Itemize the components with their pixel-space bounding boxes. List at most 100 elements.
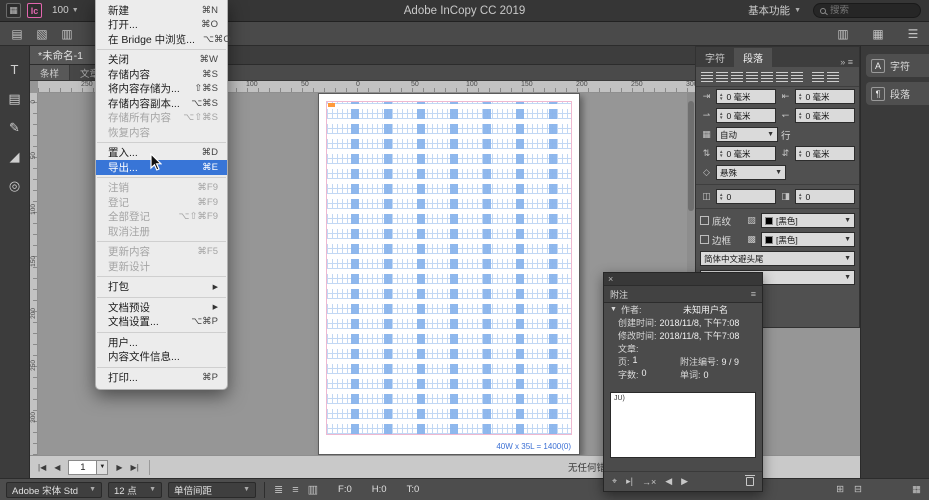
view-tab-0[interactable]: 条样 <box>30 65 70 80</box>
stepper-icon[interactable] <box>719 150 723 158</box>
stepper-icon[interactable] <box>798 112 802 120</box>
close-icon[interactable]: × <box>608 274 613 284</box>
next-note-icon[interactable]: ▶ <box>681 476 688 487</box>
app-frame-icon[interactable]: ▦ <box>6 3 21 18</box>
last-page-icon[interactable]: ▶| <box>131 463 139 472</box>
menu-item-12[interactable]: 导出...⌘E <box>96 160 227 175</box>
two-up-view-icon[interactable]: ⊟ <box>854 484 862 495</box>
menu-item-11[interactable]: 置入...⌘D <box>96 146 227 161</box>
expand-note-icon[interactable]: →× <box>642 477 656 487</box>
tab-paragraph[interactable]: 段落 <box>734 48 772 67</box>
arrange-documents-icon[interactable]: ☰ <box>905 26 921 42</box>
menu-item-25[interactable]: 文档设置...⌥⌘P <box>96 315 227 330</box>
first-page-icon[interactable]: |◀ <box>38 463 46 472</box>
align-right-icon[interactable] <box>731 72 743 82</box>
paragraph-format-icon[interactable]: ≣ <box>274 483 283 496</box>
menu-item-2[interactable]: 在 Bridge 中浏览...⌥⌘O <box>96 32 227 47</box>
scrollbar-thumb[interactable] <box>688 101 694 211</box>
grid-align-dropdown[interactable]: 自动▼ <box>716 127 778 142</box>
border-color-dropdown[interactable]: [黑色]▼ <box>761 232 855 247</box>
stepper-icon[interactable] <box>719 93 723 101</box>
shading-color-dropdown[interactable]: [黑色]▼ <box>761 213 855 228</box>
menu-item-6[interactable]: 将内容存储为...⇧⌘S <box>96 82 227 97</box>
align-away-spine-icon[interactable] <box>827 72 839 82</box>
shading-checkbox[interactable] <box>700 216 709 225</box>
dock-panel-0[interactable]: A字符 <box>866 54 929 77</box>
open-document-icon[interactable]: ▧ <box>34 26 50 42</box>
chevron-down-icon[interactable]: ▼ <box>610 306 617 313</box>
page-number-dropdown[interactable]: 1 ▼ <box>68 460 108 475</box>
align-center-icon[interactable] <box>716 72 728 82</box>
zoom-tool[interactable]: ◎ <box>4 176 26 196</box>
pencil-tool[interactable]: ✎ <box>4 118 26 138</box>
font-size-dropdown[interactable]: 12 点▼ <box>108 482 162 498</box>
fit-view-icon[interactable]: ⊞ <box>836 484 844 495</box>
hanging-punct-dropdown[interactable]: 悬殊▼ <box>716 165 786 180</box>
new-document-icon[interactable]: ▤ <box>9 26 25 42</box>
note-tool[interactable]: ▤ <box>4 89 26 109</box>
space-before-field[interactable]: 0 毫米 <box>716 146 776 161</box>
right-indent-field[interactable]: 0 毫米 <box>795 89 855 104</box>
space-after-field[interactable]: 0 毫米 <box>795 146 855 161</box>
screen-mode-icon[interactable]: ▦ <box>870 26 886 42</box>
justify-last-center-icon[interactable] <box>761 72 773 82</box>
note-modified: 2018/11/8, 下午7:08 <box>660 329 740 342</box>
collapse-panel-icon[interactable]: » ≡ <box>840 57 859 67</box>
menu-item-1[interactable]: 打开...⌘O <box>96 18 227 33</box>
chevron-down-icon: ▼ <box>844 236 851 243</box>
note-content-area[interactable]: JU) <box>610 392 756 458</box>
space-row: ⇅ 0 毫米 ⇵ 0 毫米 <box>696 144 859 163</box>
menu-item-22[interactable]: 打包▶ <box>96 280 227 295</box>
stepper-icon[interactable] <box>798 150 802 158</box>
font-family-dropdown[interactable]: Adobe 宋体 Std▼ <box>6 482 102 498</box>
character-format-icon[interactable]: ≡ <box>292 484 298 496</box>
eyedropper-tool[interactable]: ◢ <box>4 147 26 167</box>
go-to-note-anchor-icon[interactable]: ▸| <box>626 476 633 487</box>
kinsoku-dropdown[interactable]: 简体中文避头尾▼ <box>700 251 855 266</box>
prev-page-icon[interactable]: ◀ <box>54 463 60 472</box>
stepper-icon[interactable] <box>798 193 802 201</box>
tab-character[interactable]: 字符 <box>696 48 734 67</box>
search-field[interactable] <box>813 3 921 18</box>
stepper-icon[interactable] <box>719 193 723 201</box>
workspace-switcher[interactable]: 基本功能▼ <box>748 3 801 18</box>
stepper-icon[interactable] <box>798 93 802 101</box>
justify-all-icon[interactable] <box>791 72 803 82</box>
align-towards-spine-icon[interactable] <box>812 72 824 82</box>
delete-note-icon[interactable] <box>746 477 754 486</box>
first-line-indent-field[interactable]: 0 毫米 <box>716 108 776 123</box>
view-options-icon[interactable]: ▥ <box>835 26 851 42</box>
search-input[interactable] <box>830 5 910 16</box>
menu-item-4[interactable]: 关闭⌘W <box>96 53 227 68</box>
last-line-indent-field[interactable]: 0 毫米 <box>795 108 855 123</box>
grid-chars-field[interactable]: 0 <box>716 189 776 204</box>
menu-item-7[interactable]: 存储内容副本...⌥⌘S <box>96 96 227 111</box>
ruler-label: 200 <box>576 81 588 88</box>
prev-note-icon[interactable]: ◀ <box>665 476 672 487</box>
left-indent-field[interactable]: 0 毫米 <box>716 89 776 104</box>
menu-item-28[interactable]: 内容文件信息... <box>96 350 227 365</box>
document-page[interactable]: 40W x 35L = 1400(0) <box>318 93 580 455</box>
document-tab[interactable]: *未命名-1 <box>30 46 98 64</box>
dock-panel-1[interactable]: ¶段落 <box>866 82 929 105</box>
next-page-icon[interactable]: ▶ <box>116 463 122 472</box>
grid-lines-field[interactable]: 0 <box>795 189 855 204</box>
zoom-level-control[interactable]: 100▼ <box>52 5 79 16</box>
panel-menu-icon[interactable]: ≡ <box>751 289 756 299</box>
menu-item-24[interactable]: 文档预设▶ <box>96 300 227 315</box>
align-left-icon[interactable] <box>701 72 713 82</box>
border-checkbox[interactable] <box>700 235 709 244</box>
type-tool[interactable]: T <box>4 60 26 80</box>
justify-last-right-icon[interactable] <box>776 72 788 82</box>
save-icon[interactable]: ▥ <box>59 26 75 42</box>
stepper-icon[interactable] <box>719 112 723 120</box>
justify-last-left-icon[interactable] <box>746 72 758 82</box>
leading-dropdown[interactable]: 单倍间距▼ <box>168 482 256 498</box>
note-anchor-icon[interactable]: ⌖ <box>612 476 617 487</box>
menu-item-5[interactable]: 存储内容⌘S <box>96 67 227 82</box>
menu-item-30[interactable]: 打印...⌘P <box>96 370 227 385</box>
menu-item-0[interactable]: 新建⌘N <box>96 3 227 18</box>
split-window-icon[interactable]: ▦ <box>912 484 921 495</box>
notes-tab[interactable]: 附注 <box>610 288 628 301</box>
menu-item-27[interactable]: 用户... <box>96 335 227 350</box>
